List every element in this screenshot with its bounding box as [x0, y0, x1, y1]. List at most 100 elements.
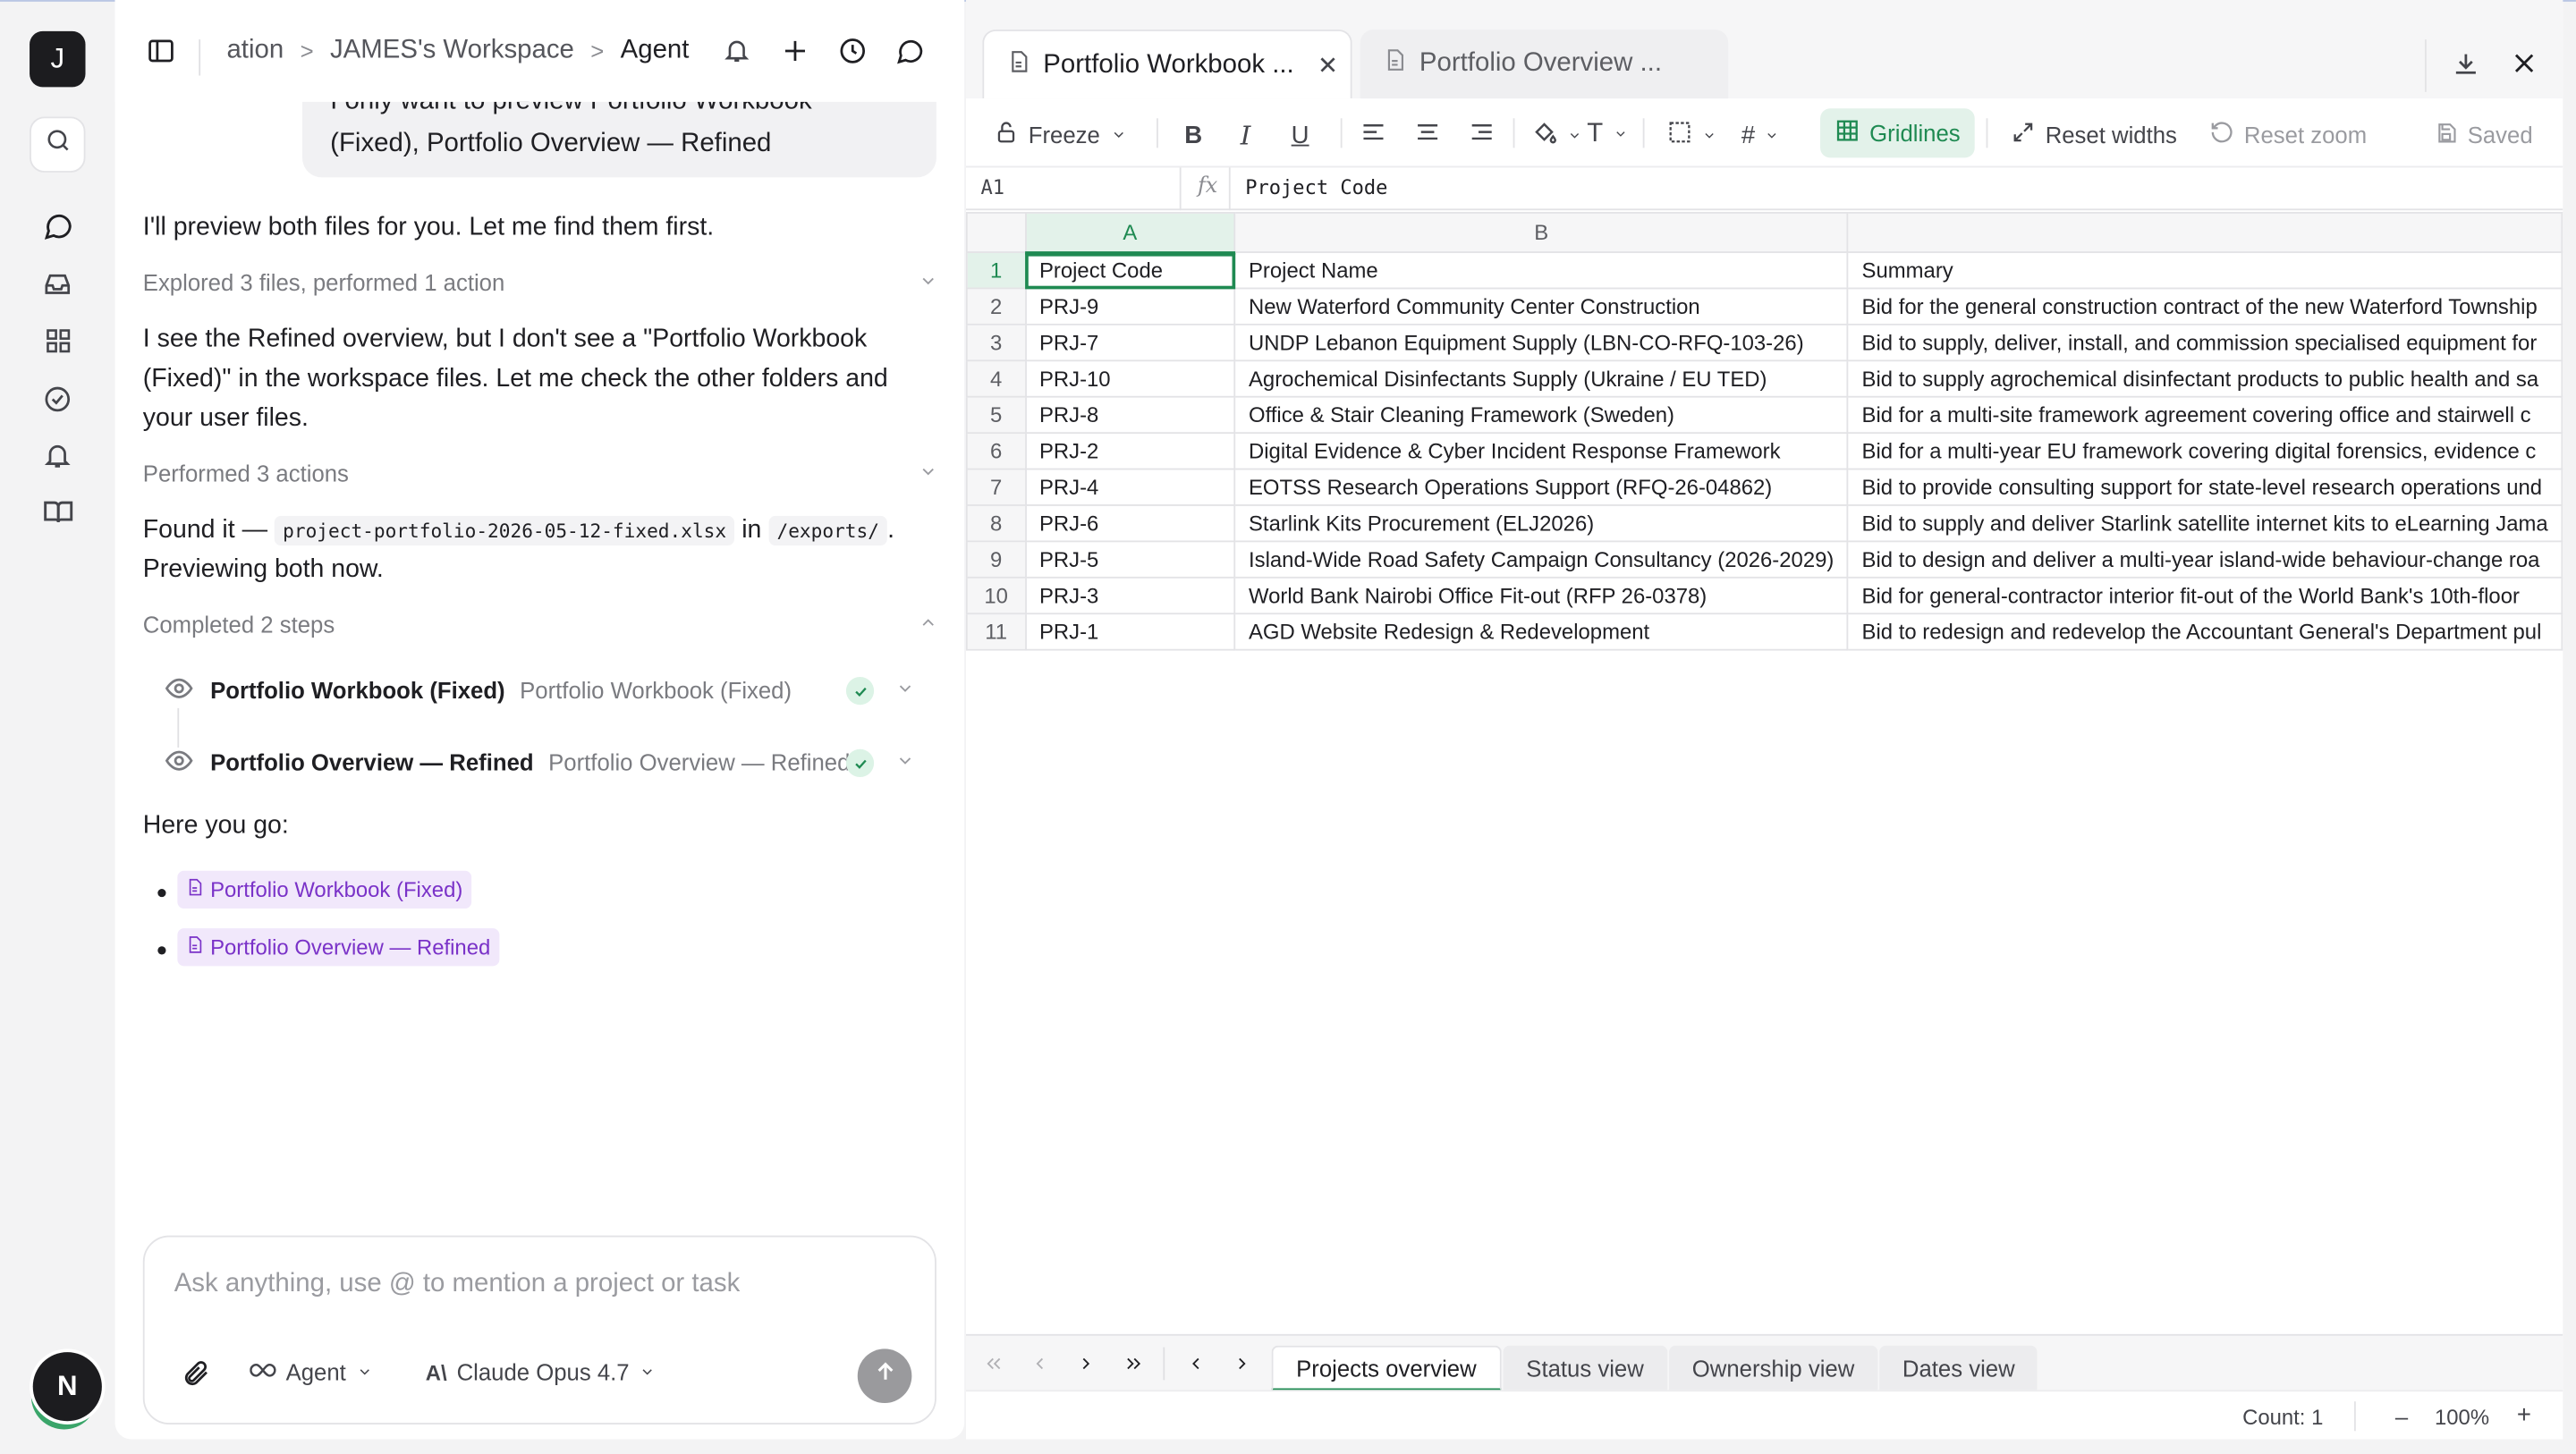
row-header[interactable]: 11: [965, 613, 1027, 651]
row-header[interactable]: 8: [965, 504, 1027, 543]
column-header-b[interactable]: B: [1233, 212, 1849, 253]
grid-cell[interactable]: Bid for general-contractor interior fit-…: [1847, 576, 2563, 615]
comments-button[interactable]: [894, 38, 927, 71]
workspace-avatar[interactable]: J: [30, 30, 86, 88]
grid-cell[interactable]: Bid to supply, deliver, install, and com…: [1847, 323, 2563, 362]
tool-step-preview-workbook[interactable]: Portfolio Workbook (Fixed) Portfolio Wor…: [165, 667, 920, 713]
download-icon[interactable]: [2451, 49, 2480, 87]
grid-cell[interactable]: Bid for the general construction contrac…: [1847, 287, 2563, 325]
zoom-in-button[interactable]: +: [2517, 1401, 2531, 1429]
notifications-nav-button[interactable]: [36, 437, 79, 480]
underline-button[interactable]: U: [1292, 116, 1309, 152]
grid-cell[interactable]: PRJ-9: [1024, 287, 1236, 325]
grid-cell[interactable]: PRJ-10: [1024, 359, 1236, 398]
row-header[interactable]: 10: [965, 576, 1027, 615]
row-header[interactable]: 6: [965, 432, 1027, 470]
grid-cell[interactable]: Digital Evidence & Cyber Incident Respon…: [1233, 432, 1849, 470]
mode-selector[interactable]: Agent: [250, 1358, 372, 1385]
last-sheet-icon[interactable]: [1121, 1350, 1147, 1376]
grid-cell[interactable]: PRJ-3: [1024, 576, 1236, 615]
grid-cell[interactable]: AGD Website Redesign & Redevelopment: [1233, 613, 1849, 651]
new-chat-button[interactable]: [779, 38, 812, 71]
sheet-tab-projects-overview[interactable]: Projects overview: [1271, 1345, 1502, 1392]
step-summary-1[interactable]: Explored 3 files, performed 1 action: [143, 269, 938, 296]
cell-reference[interactable]: A1: [981, 176, 1005, 199]
grid-cell[interactable]: Bid to supply and deliver Starlink satel…: [1847, 504, 2563, 543]
reset-zoom-button[interactable]: Reset zoom: [2209, 116, 2367, 152]
grid-cell[interactable]: Bid to redesign and redevelop the Accoun…: [1847, 613, 2563, 651]
grid-cell[interactable]: PRJ-6: [1024, 504, 1236, 543]
grid-cell[interactable]: PRJ-5: [1024, 540, 1236, 579]
grid-cell[interactable]: PRJ-2: [1024, 432, 1236, 470]
corner-cell[interactable]: [965, 212, 1027, 253]
grid-cell[interactable]: UNDP Lebanon Equipment Supply (LBN-CO-RF…: [1233, 323, 1849, 362]
history-button[interactable]: [836, 38, 869, 71]
sheet-tab-dates-view[interactable]: Dates view: [1879, 1345, 2038, 1392]
chat-nav-button[interactable]: [36, 208, 79, 251]
grid-cell[interactable]: PRJ-7: [1024, 323, 1236, 362]
sheet-tab-status-view[interactable]: Status view: [1503, 1345, 1667, 1392]
row-header[interactable]: 1: [965, 251, 1027, 290]
file-tab-workbook[interactable]: Portfolio Workbook ... ✕: [982, 30, 1352, 99]
column-header-a[interactable]: A: [1024, 212, 1236, 254]
gridlines-toggle[interactable]: Gridlines: [1820, 108, 1976, 158]
grid-cell[interactable]: Agrochemical Disinfectants Supply (Ukrai…: [1233, 359, 1849, 398]
grid-cell[interactable]: Bid for a multi-year EU framework coveri…: [1847, 432, 2563, 470]
row-header[interactable]: 3: [965, 323, 1027, 362]
composer-placeholder[interactable]: Ask anything, use @ to mention a project…: [174, 1270, 741, 1299]
grid-cell[interactable]: PRJ-1: [1024, 613, 1236, 651]
grid-cell[interactable]: PRJ-4: [1024, 468, 1236, 506]
breadcrumb-item-project[interactable]: ation: [226, 36, 284, 65]
row-header[interactable]: 2: [965, 287, 1027, 325]
fill-color-button[interactable]: [1531, 116, 1582, 152]
align-right-button[interactable]: [1469, 116, 1495, 152]
freeze-button[interactable]: Freeze: [994, 116, 1126, 152]
grid-cell[interactable]: Office & Stair Cleaning Framework (Swede…: [1233, 395, 1849, 435]
step-summary-3[interactable]: Completed 2 steps: [143, 611, 938, 638]
next-sheet-icon[interactable]: [1072, 1350, 1098, 1376]
file-link-workbook[interactable]: Portfolio Workbook (Fixed): [177, 870, 471, 909]
close-panel-icon[interactable]: [2510, 49, 2538, 85]
notifications-button[interactable]: [719, 38, 752, 71]
align-center-button[interactable]: [1414, 116, 1440, 152]
scroll-tabs-right-icon[interactable]: [1229, 1350, 1255, 1376]
grid-cell[interactable]: Summary: [1847, 251, 2563, 290]
zoom-out-button[interactable]: –: [2395, 1403, 2408, 1429]
grid-cell[interactable]: Island-Wide Road Safety Campaign Consult…: [1233, 540, 1849, 579]
file-tab-overview[interactable]: Portfolio Overview ...: [1360, 30, 1729, 99]
user-avatar[interactable]: N: [32, 1352, 102, 1422]
search-button[interactable]: [30, 116, 86, 173]
row-header[interactable]: 4: [965, 359, 1027, 398]
send-button[interactable]: [857, 1348, 912, 1404]
inbox-nav-button[interactable]: [36, 266, 79, 309]
grid-cell[interactable]: EOTSS Research Operations Support (RFQ-2…: [1233, 468, 1849, 506]
toggle-sidebar-button[interactable]: [145, 38, 178, 71]
column-header-c[interactable]: [1847, 212, 2563, 253]
model-selector[interactable]: A\ Claude Opus 4.7: [426, 1358, 656, 1385]
grid-cell[interactable]: Project Code: [1024, 251, 1236, 290]
grid-cell[interactable]: Bid to supply agrochemical disinfectant …: [1847, 359, 2563, 398]
grid-cell[interactable]: PRJ-8: [1024, 395, 1236, 435]
tasks-nav-button[interactable]: [36, 381, 79, 424]
grid-cell[interactable]: World Bank Nairobi Office Fit-out (RFP 2…: [1233, 576, 1849, 615]
reset-widths-button[interactable]: Reset widths: [2011, 116, 2177, 152]
docs-nav-button[interactable]: [36, 495, 79, 537]
grid-cell[interactable]: New Waterford Community Center Construct…: [1233, 287, 1849, 325]
borders-button[interactable]: [1667, 116, 1716, 152]
grid-cell[interactable]: Bid for a multi-site framework agreement…: [1847, 395, 2563, 435]
text-format-button[interactable]: T: [1587, 116, 1628, 152]
first-sheet-icon[interactable]: [981, 1350, 1007, 1376]
align-left-button[interactable]: [1360, 116, 1386, 152]
bold-button[interactable]: B: [1184, 116, 1202, 152]
chat-composer[interactable]: Ask anything, use @ to mention a project…: [142, 1235, 936, 1424]
tool-step-preview-overview[interactable]: Portfolio Overview — Refined Portfolio O…: [165, 740, 920, 785]
italic-button[interactable]: I: [1241, 116, 1251, 152]
close-tab-icon[interactable]: ✕: [1318, 50, 1338, 80]
file-link-overview[interactable]: Portfolio Overview — Refined: [177, 928, 499, 967]
grid-cell[interactable]: Project Name: [1233, 251, 1849, 290]
row-header[interactable]: 9: [965, 540, 1027, 579]
grid-cell[interactable]: Bid to provide consulting support for st…: [1847, 468, 2563, 506]
formula-input[interactable]: Project Code: [1245, 176, 1387, 199]
apps-nav-button[interactable]: [36, 324, 79, 367]
scroll-tabs-left-icon[interactable]: [1182, 1350, 1208, 1376]
